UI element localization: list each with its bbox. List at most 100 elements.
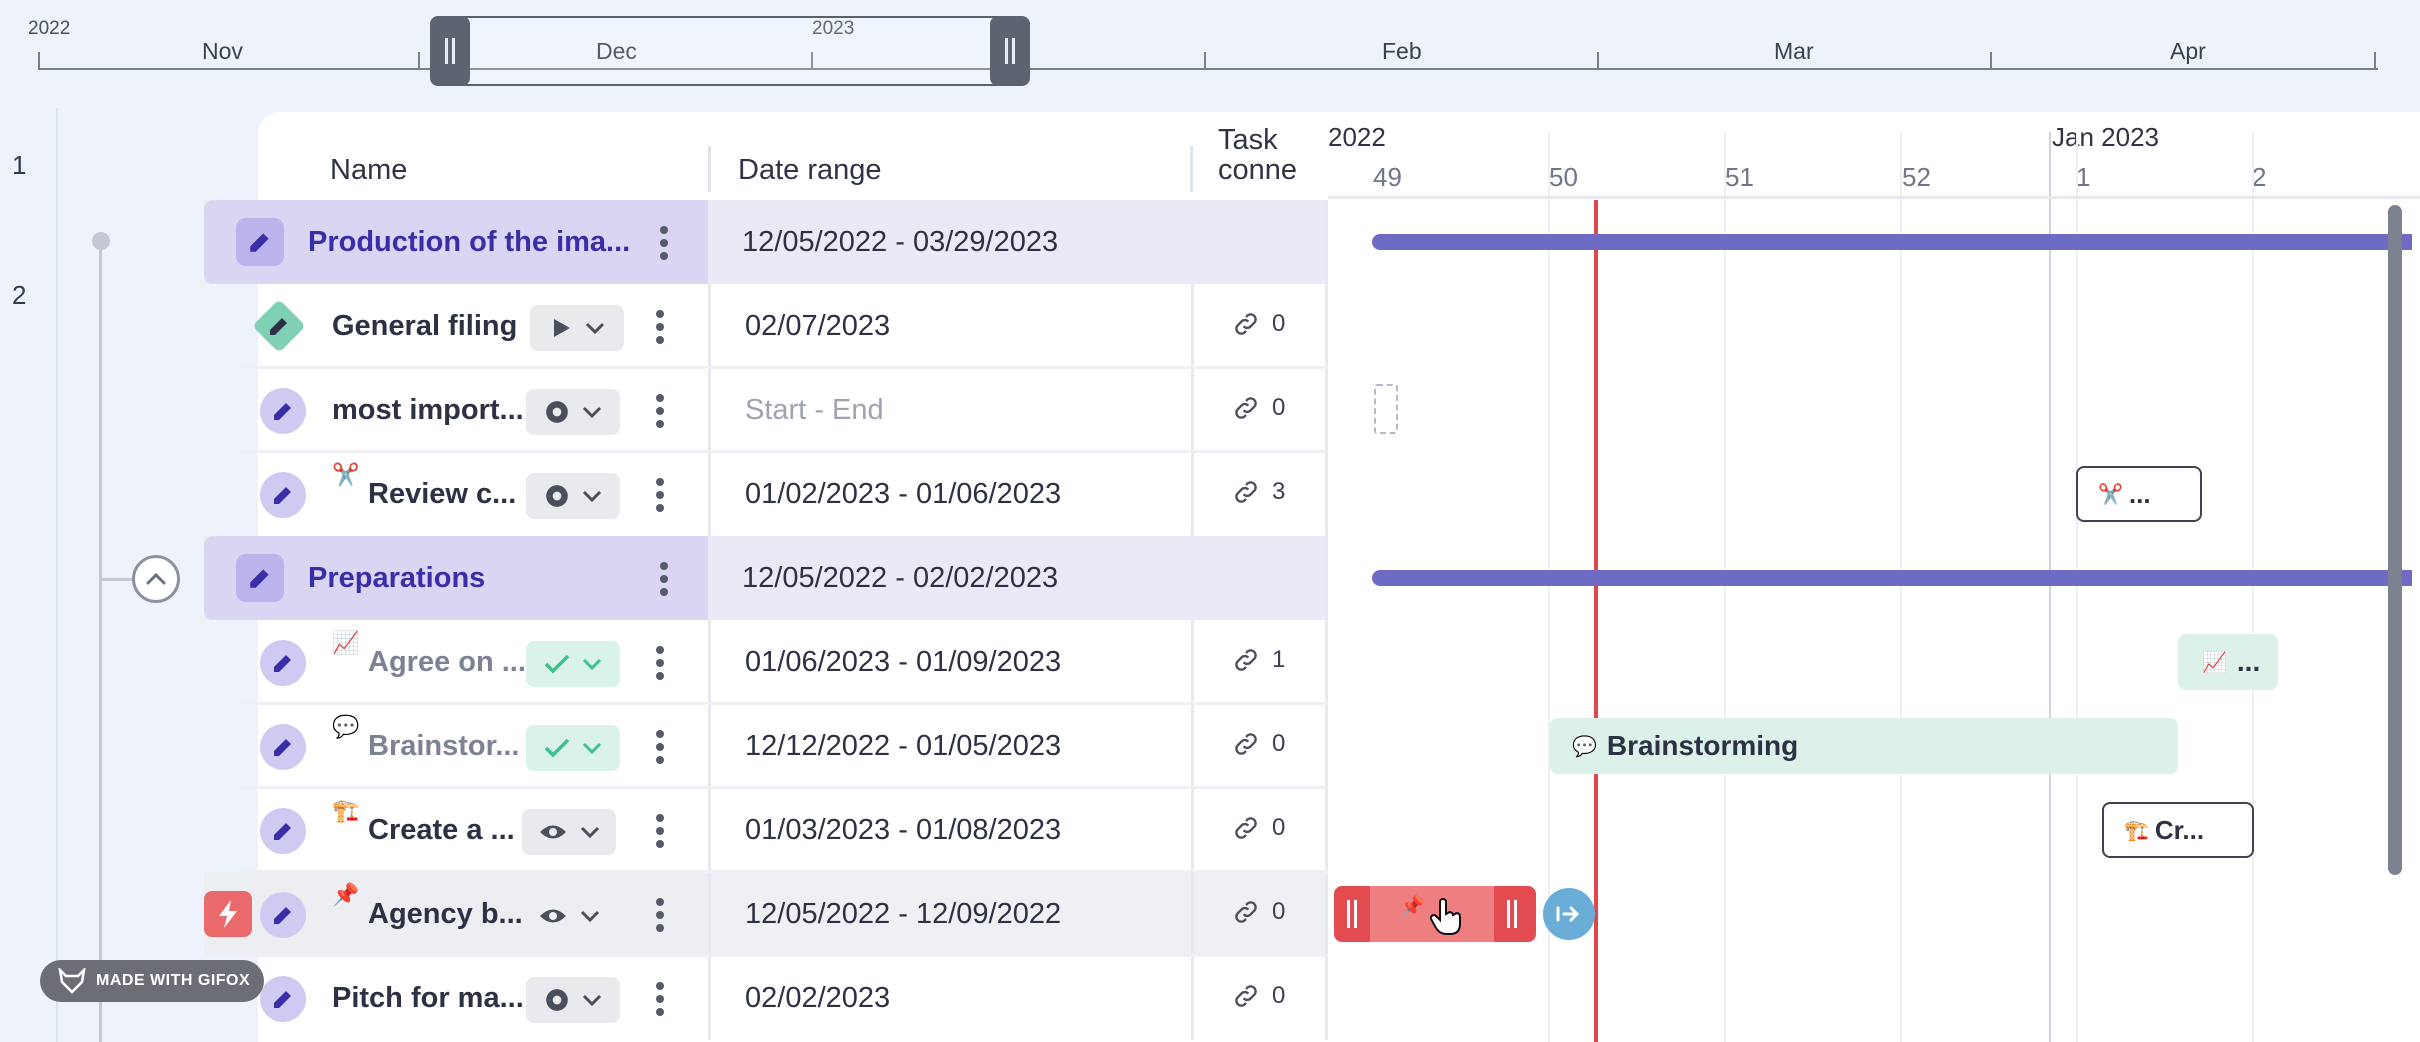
table-row[interactable]: ✂️ Review c... 01/02/2023 - 01/06/2023 3	[204, 452, 1328, 536]
table-row[interactable]: 💬 Brainstor... 12/12/2022 - 01/05/2023 0	[204, 704, 1328, 788]
task-name[interactable]: Agree on ...	[368, 620, 526, 704]
task-name[interactable]: Create a ...	[368, 788, 515, 872]
connections-cell[interactable]: 0	[1191, 704, 1328, 788]
date-cell[interactable]: 12/05/2022 - 12/09/2022	[708, 872, 1191, 956]
more-menu-icon[interactable]	[654, 898, 666, 932]
group-bar-production[interactable]	[1372, 234, 2412, 250]
status-dropdown[interactable]	[522, 809, 616, 855]
date-range-text: 01/02/2023 - 01/06/2023	[745, 478, 1062, 510]
more-menu-icon[interactable]	[654, 982, 666, 1016]
table-row-group[interactable]: Production of the ima... 12/05/2022 - 03…	[204, 200, 1328, 284]
nav-range-start-handle[interactable]	[430, 16, 470, 86]
task-bar-brainstorming[interactable]: 💬 Brainstorming	[1550, 718, 2178, 774]
more-menu-icon[interactable]	[658, 226, 670, 260]
edit-button[interactable]	[236, 218, 284, 266]
nav-month-feb: Feb	[1382, 38, 1422, 64]
status-dropdown[interactable]	[526, 389, 620, 435]
task-name[interactable]: General filing	[332, 284, 517, 368]
table-row-group[interactable]: Preparations 12/05/2022 - 02/02/2023	[204, 536, 1328, 620]
check-icon	[544, 654, 570, 674]
more-menu-icon[interactable]	[654, 814, 666, 848]
table-row[interactable]: 📌 Agency b... 12/05/2022 - 12/09/2022 0	[204, 872, 1328, 956]
bar-resize-end-handle[interactable]	[1507, 900, 1517, 928]
more-menu-icon[interactable]	[654, 730, 666, 764]
connections-count: 0	[1232, 394, 1285, 422]
table-row[interactable]: General filing 02/07/2023 0	[204, 284, 1328, 368]
add-dependency-button[interactable]	[1543, 888, 1595, 940]
more-menu-icon[interactable]	[654, 646, 666, 680]
table-row[interactable]: most import... Start - End 0	[204, 368, 1328, 452]
date-cell[interactable]: 12/05/2022 - 03/29/2023	[708, 200, 1191, 284]
connections-cell[interactable]: 0	[1191, 284, 1328, 368]
table-row[interactable]: Pitch for ma... 02/02/2023 0	[204, 956, 1328, 1040]
unscheduled-placeholder[interactable]	[1374, 384, 1398, 434]
rail-divider	[56, 108, 58, 1042]
date-cell[interactable]: 01/03/2023 - 01/08/2023	[708, 788, 1191, 872]
header-name[interactable]: Name	[330, 154, 407, 187]
column-divider[interactable]	[1190, 146, 1193, 192]
connections-cell[interactable]: 0	[1191, 368, 1328, 452]
status-dropdown[interactable]	[526, 977, 620, 1023]
edit-button[interactable]	[260, 976, 306, 1022]
gifox-watermark: MADE WITH GIFOX	[40, 960, 264, 1002]
date-cell[interactable]: 02/07/2023	[708, 284, 1191, 368]
task-name[interactable]: Review c...	[368, 452, 516, 536]
task-bar-create[interactable]: 🏗️ Cr...	[2102, 802, 2254, 858]
gantt-week-label: 2	[2252, 162, 2267, 192]
date-cell[interactable]: Start - End	[708, 368, 1191, 452]
status-dropdown[interactable]	[526, 725, 620, 771]
edit-button[interactable]	[260, 892, 306, 938]
collapse-group-button[interactable]	[132, 555, 180, 603]
date-cell[interactable]: 01/06/2023 - 01/09/2023	[708, 620, 1191, 704]
edit-button[interactable]	[236, 554, 284, 602]
task-name[interactable]: Preparations	[308, 536, 485, 620]
edit-button[interactable]	[260, 640, 306, 686]
task-name[interactable]: Brainstor...	[368, 704, 520, 788]
chart-increasing-icon: 📈	[2202, 651, 2227, 674]
connections-cell[interactable]: 1	[1191, 620, 1328, 704]
date-range-text: 12/05/2022 - 03/29/2023	[742, 226, 1059, 258]
nav-range-end-handle[interactable]	[990, 16, 1030, 86]
date-cell[interactable]: 02/02/2023	[708, 956, 1191, 1040]
task-name[interactable]: Agency b...	[368, 872, 523, 956]
status-dropdown[interactable]	[526, 473, 620, 519]
nav-range-window[interactable]	[430, 16, 1030, 86]
more-menu-icon[interactable]	[654, 310, 666, 344]
date-cell[interactable]: 01/02/2023 - 01/06/2023	[708, 452, 1191, 536]
date-cell[interactable]: 12/12/2022 - 01/05/2023	[708, 704, 1191, 788]
more-menu-icon[interactable]	[654, 394, 666, 428]
bar-resize-start-handle[interactable]	[1347, 900, 1357, 928]
connections-cell	[1191, 200, 1328, 284]
vertical-scrollbar[interactable]	[2388, 205, 2402, 875]
task-name[interactable]: Pitch for ma...	[332, 956, 524, 1040]
more-menu-icon[interactable]	[654, 478, 666, 512]
status-dropdown[interactable]	[530, 305, 624, 351]
header-task-connections[interactable]: Task	[1218, 124, 1278, 157]
status-dropdown[interactable]	[522, 893, 616, 939]
chevron-up-icon	[146, 573, 166, 585]
gantt-year-label: Jan 2023	[2052, 122, 2159, 152]
edit-button[interactable]	[252, 299, 306, 353]
task-name[interactable]: Production of the ima...	[308, 200, 630, 284]
table-row[interactable]: 🏗️ Create a ... 01/03/2023 - 01/08/2023 …	[204, 788, 1328, 872]
edit-button[interactable]	[260, 388, 306, 434]
table-row[interactable]: 📈 Agree on ... 01/06/2023 - 01/09/2023 1	[204, 620, 1328, 704]
task-name[interactable]: most import...	[332, 368, 524, 452]
edit-button[interactable]	[260, 808, 306, 854]
connections-cell[interactable]: 0	[1191, 788, 1328, 872]
connections-cell[interactable]: 0	[1191, 956, 1328, 1040]
status-dropdown[interactable]	[526, 641, 620, 687]
task-bar-review[interactable]: ✂️ ...	[2076, 466, 2202, 522]
critical-task-button[interactable]	[204, 891, 252, 937]
date-cell[interactable]: 12/05/2022 - 02/02/2023	[708, 536, 1191, 620]
more-menu-icon[interactable]	[658, 562, 670, 596]
connections-cell[interactable]: 3	[1191, 452, 1328, 536]
column-divider[interactable]	[708, 146, 711, 192]
header-date-range[interactable]: Date range	[738, 154, 882, 187]
connections-cell[interactable]: 0	[1191, 872, 1328, 956]
group-bar-preparations[interactable]	[1372, 570, 2412, 586]
edit-button[interactable]	[260, 724, 306, 770]
grid-line	[2252, 132, 2254, 1042]
edit-button[interactable]	[260, 472, 306, 518]
task-bar-agree[interactable]: 📈 ...	[2178, 634, 2278, 690]
